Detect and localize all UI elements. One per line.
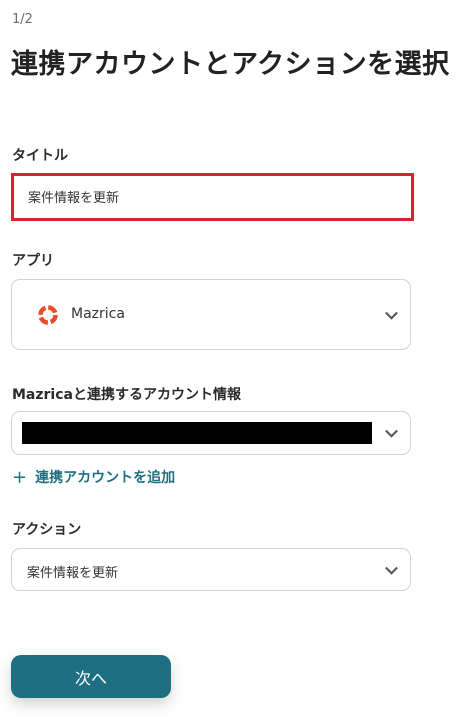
account-select[interactable] bbox=[11, 411, 411, 455]
title-input[interactable]: 案件情報を更新 bbox=[28, 187, 119, 206]
app-select-value: Mazrica bbox=[71, 306, 125, 322]
chevron-down-icon[interactable] bbox=[385, 561, 398, 575]
plus-icon: + bbox=[12, 467, 28, 488]
title-input-highlight[interactable]: 案件情報を更新 bbox=[11, 173, 414, 221]
account-label: Mazricaと連携するアカウント情報 bbox=[12, 387, 241, 403]
add-account-link[interactable]: + 連携アカウントを追加 bbox=[12, 466, 176, 488]
next-button[interactable]: 次へ bbox=[11, 655, 171, 698]
action-label: アクション bbox=[12, 522, 82, 538]
step-indicator: 1/2 bbox=[12, 12, 33, 27]
chevron-down-icon[interactable] bbox=[385, 306, 398, 320]
action-select[interactable]: 案件情報を更新 bbox=[11, 548, 411, 591]
action-select-value: 案件情報を更新 bbox=[27, 566, 119, 581]
app-label: アプリ bbox=[12, 253, 54, 269]
page-title: 連携アカウントとアクションを選択 bbox=[11, 49, 450, 80]
redacted-account-value bbox=[22, 422, 372, 444]
mazrica-logo-icon bbox=[38, 305, 58, 325]
add-account-label: 連携アカウントを追加 bbox=[35, 470, 176, 486]
chevron-down-icon[interactable] bbox=[385, 424, 398, 438]
app-select[interactable]: Mazrica bbox=[11, 279, 411, 350]
title-label: タイトル bbox=[12, 148, 68, 164]
